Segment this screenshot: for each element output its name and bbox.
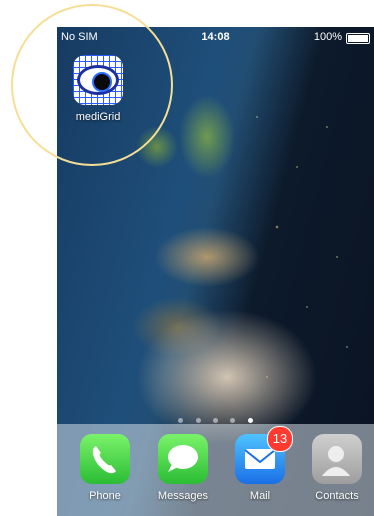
messages-icon[interactable] — [158, 434, 208, 484]
dock-label-contacts: Contacts — [315, 490, 359, 502]
page-dot-2[interactable] — [195, 418, 201, 423]
page-dot-5-current[interactable] — [247, 418, 253, 423]
phone-icon[interactable] — [80, 434, 130, 484]
dock-app-contacts[interactable]: Contacts — [302, 434, 372, 502]
battery-percent: 100% — [313, 31, 342, 43]
battery-icon — [346, 33, 370, 44]
dock-label-messages: Messages — [157, 490, 209, 502]
page-dot-4[interactable] — [230, 418, 236, 423]
dock: Phone Messages 13 Mail Contacts — [57, 424, 374, 516]
dock-app-messages[interactable]: Messages — [148, 434, 218, 502]
mail-icon[interactable]: 13 — [235, 426, 293, 484]
page-dot-3[interactable] — [213, 418, 218, 423]
dock-label-phone: Phone — [89, 490, 121, 502]
highlight-ring — [11, 4, 173, 166]
wallpaper-city-lights — [237, 87, 374, 417]
mail-unread-badge: 13 — [267, 426, 293, 452]
dock-label-mail: Mail — [249, 490, 271, 502]
page-dot-1[interactable] — [178, 418, 184, 423]
contacts-icon[interactable] — [312, 434, 362, 484]
dock-app-phone[interactable]: Phone — [70, 434, 140, 502]
dock-app-mail[interactable]: 13 Mail — [225, 426, 295, 502]
